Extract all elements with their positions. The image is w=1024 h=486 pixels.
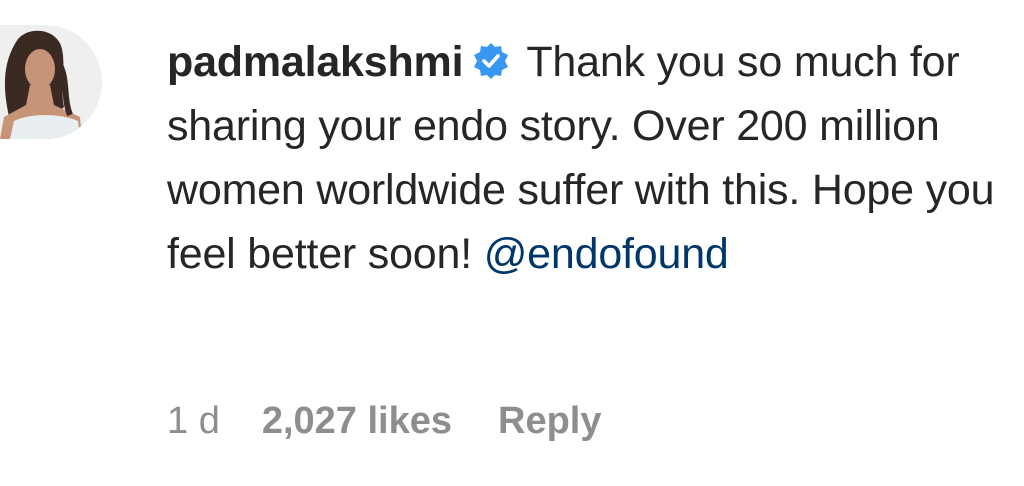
mention-link[interactable]: @endofound [484, 230, 729, 278]
comment-body: padmalakshmi Thank you so much for shari… [167, 30, 997, 286]
comment: padmalakshmi Thank you so much for shari… [0, 0, 1024, 486]
verified-badge-icon [471, 35, 511, 79]
avatar[interactable] [0, 25, 102, 139]
reply-button[interactable]: Reply [498, 400, 601, 443]
timestamp[interactable]: 1 d [167, 400, 220, 443]
comment-meta: 1 d 2,027 likes Reply [167, 400, 601, 443]
username-link[interactable]: padmalakshmi [167, 38, 464, 86]
profile-photo [0, 25, 102, 139]
likes-count[interactable]: 2,027 likes [262, 400, 452, 443]
